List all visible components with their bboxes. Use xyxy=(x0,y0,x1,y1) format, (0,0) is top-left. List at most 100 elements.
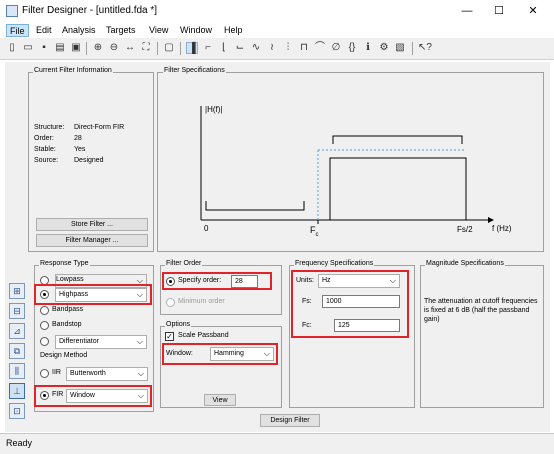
menu-view[interactable]: View xyxy=(146,24,171,37)
coefficients-icon[interactable]: ∅ xyxy=(330,42,342,54)
filter-specifications-icon[interactable]: ▐ xyxy=(186,42,198,54)
magnitude-response-icon[interactable]: ⌐ xyxy=(202,42,214,54)
toolbar-separator xyxy=(157,42,158,55)
store-filter-button[interactable]: Store Filter ... xyxy=(36,218,148,231)
app-icon xyxy=(6,5,18,17)
cost-icon[interactable]: ℹ xyxy=(362,42,374,54)
toolbar-separator xyxy=(180,42,181,55)
units-label: Units: xyxy=(296,277,314,284)
impulse-response-icon[interactable]: ⫶ xyxy=(282,42,294,54)
zoom-x-icon[interactable]: ↔ xyxy=(124,42,136,54)
design-filter-panel-icon[interactable]: ⊞ xyxy=(9,283,25,299)
new-icon[interactable]: ▯ xyxy=(6,42,18,54)
status-bar: Ready xyxy=(0,433,554,454)
iir-method-dropdown[interactable]: Butterworth ⌵ xyxy=(66,367,148,381)
cutoff-frequency-label: Fc xyxy=(310,225,319,238)
magnitude-axis-label: |H(f)| xyxy=(205,105,223,114)
menu-file[interactable]: File xyxy=(6,24,29,37)
menu-edit[interactable]: Edit xyxy=(33,24,55,37)
bandpass-radio[interactable] xyxy=(40,306,49,315)
zoom-out-icon[interactable]: ⊖ xyxy=(108,42,120,54)
units-value: Hz xyxy=(322,277,331,284)
minimum-order-radio[interactable] xyxy=(166,298,175,307)
menu-help[interactable]: Help xyxy=(221,24,246,37)
fc-input[interactable]: 125 xyxy=(334,319,400,332)
iir-method-value: Butterworth xyxy=(70,370,106,377)
print-icon[interactable]: ▤ xyxy=(54,42,66,54)
cutoff-subscript: c xyxy=(315,231,319,238)
specify-order-radio[interactable] xyxy=(166,277,175,286)
menu-targets[interactable]: Targets xyxy=(103,24,139,37)
realize-model-icon[interactable]: ⫼ xyxy=(9,363,25,379)
design-filter-button[interactable]: Design Filter xyxy=(260,414,320,427)
magnitude-phase-icon[interactable]: ⌙ xyxy=(234,42,246,54)
fs-input[interactable]: 1000 xyxy=(322,295,400,308)
highpass-value: Highpass xyxy=(59,291,89,298)
window-dropdown[interactable]: Hamming ⌵ xyxy=(210,347,274,361)
import-filter-icon[interactable]: ⧉ xyxy=(9,343,25,359)
zoom-in-icon[interactable]: ⊕ xyxy=(92,42,104,54)
menu-analysis[interactable]: Analysis xyxy=(59,24,99,37)
open-icon[interactable]: ▭ xyxy=(22,42,34,54)
design-method-legend: Design Method xyxy=(39,352,89,359)
magnitude-spec-group xyxy=(420,265,544,408)
help-pointer-icon[interactable]: ↖? xyxy=(418,42,432,54)
maximize-button[interactable]: ☐ xyxy=(484,2,514,20)
title-bar: Filter Designer - [untitled.fda *] — ☐ ✕ xyxy=(0,0,554,22)
scale-passband-checkbox[interactable]: ✓ xyxy=(165,332,174,341)
chevron-down-icon: ⌵ xyxy=(136,290,143,299)
save-icon[interactable]: ▪ xyxy=(38,42,50,54)
close-button[interactable]: ✕ xyxy=(518,2,548,20)
toolbar-separator xyxy=(412,42,413,55)
legend-icon[interactable]: ⚙ xyxy=(378,42,390,54)
structure-value: Direct-Form FIR xyxy=(74,124,125,131)
bandstop-radio[interactable] xyxy=(40,321,49,330)
phase-response-icon[interactable]: ⌊ xyxy=(218,42,230,54)
specify-order-label: Specify order: xyxy=(178,277,222,284)
multirate-icon[interactable]: ⊡ xyxy=(9,403,25,419)
minimize-button[interactable]: — xyxy=(452,2,482,20)
information-icon[interactable]: {} xyxy=(346,42,358,54)
order-value: 28 xyxy=(74,135,82,142)
toolbar-separator xyxy=(86,42,87,55)
fir-label: FIR xyxy=(52,391,64,398)
highpass-dropdown[interactable]: Highpass ⌵ xyxy=(55,288,147,302)
fir-radio[interactable] xyxy=(40,391,49,400)
step-response-icon[interactable]: ⊓ xyxy=(298,42,310,54)
stable-value: Yes xyxy=(74,146,86,153)
window-title: Filter Designer - [untitled.fda *] xyxy=(22,5,158,16)
order-input[interactable]: 28 xyxy=(231,275,258,288)
source-value: Designed xyxy=(74,157,104,164)
full-view-icon[interactable]: ⛶ xyxy=(140,42,152,54)
group-delay-icon[interactable]: ∿ xyxy=(250,42,262,54)
window-label: Window: xyxy=(166,350,193,357)
iir-radio[interactable] xyxy=(40,369,49,378)
pole-zero-editor-icon[interactable]: ⊿ xyxy=(9,323,25,339)
fir-method-dropdown[interactable]: Window ⌵ xyxy=(66,389,148,403)
print-preview-icon[interactable]: ▣ xyxy=(70,42,82,54)
fc-label: Fc: xyxy=(302,322,312,329)
pole-zero-icon[interactable]: ⌒ xyxy=(314,42,326,54)
differentiator-dropdown[interactable]: Differentiator ⌵ xyxy=(55,335,147,349)
set-quantization-icon[interactable]: ⊥ xyxy=(9,383,25,399)
menu-window[interactable]: Window xyxy=(177,24,215,37)
transform-panel-icon[interactable]: ⊟ xyxy=(9,303,25,319)
fir-method-value: Window xyxy=(70,392,95,399)
fs-label: Fs: xyxy=(302,298,312,305)
filter-manager-button[interactable]: Filter Manager ... xyxy=(36,234,148,247)
new-figure-icon[interactable]: ▢ xyxy=(163,42,175,54)
options-legend: Options xyxy=(165,321,192,328)
minimum-order-label: Minimum order xyxy=(178,298,225,305)
whats-this-icon[interactable]: ▧ xyxy=(394,42,406,54)
highpass-radio[interactable] xyxy=(40,290,49,299)
phase-delay-icon[interactable]: ≀ xyxy=(266,42,278,54)
view-button[interactable]: View xyxy=(204,394,236,406)
chevron-down-icon: ⌵ xyxy=(389,276,396,285)
nyquist-label: Fs/2 xyxy=(457,225,473,234)
window-value: Hamming xyxy=(214,350,244,357)
frequency-spec-legend: Frequency Specifications xyxy=(294,260,375,267)
chevron-down-icon: ⌵ xyxy=(136,337,143,346)
chevron-down-icon: ⌵ xyxy=(137,391,144,400)
differentiator-radio[interactable] xyxy=(40,337,49,346)
units-dropdown[interactable]: Hz ⌵ xyxy=(318,274,400,288)
